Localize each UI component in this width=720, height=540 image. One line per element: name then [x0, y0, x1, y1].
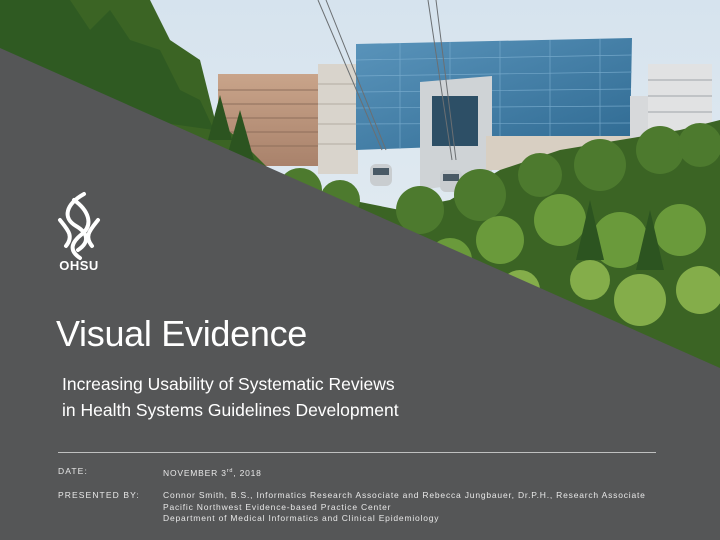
presentation-subtitle: Increasing Usability of Systematic Revie…	[62, 371, 399, 423]
presented-by-label: PRESENTED BY:	[58, 490, 140, 500]
divider	[58, 452, 656, 453]
date-value: NOVEMBER 3rd, 2018	[163, 466, 262, 479]
ohsu-wordmark: OHSU	[59, 258, 99, 273]
department-name: Department of Medical Informatics and Cl…	[163, 513, 440, 523]
presenters: Connor Smith, B.S., Informatics Research…	[163, 490, 646, 500]
date-value-day: NOVEMBER 3	[163, 467, 227, 478]
subtitle-line-2: in Health Systems Guidelines Development	[62, 400, 399, 420]
date-label: DATE:	[58, 466, 88, 476]
title-slide: OHSU Visual Evidence Increasing Usabilit…	[0, 0, 720, 540]
presented-by-value: Connor Smith, B.S., Informatics Research…	[163, 490, 646, 525]
subtitle-line-1: Increasing Usability of Systematic Revie…	[62, 374, 395, 394]
presentation-title: Visual Evidence	[56, 313, 307, 354]
center-name: Pacific Northwest Evidence-based Practic…	[163, 501, 392, 512]
date-value-year: , 2018	[233, 467, 262, 478]
